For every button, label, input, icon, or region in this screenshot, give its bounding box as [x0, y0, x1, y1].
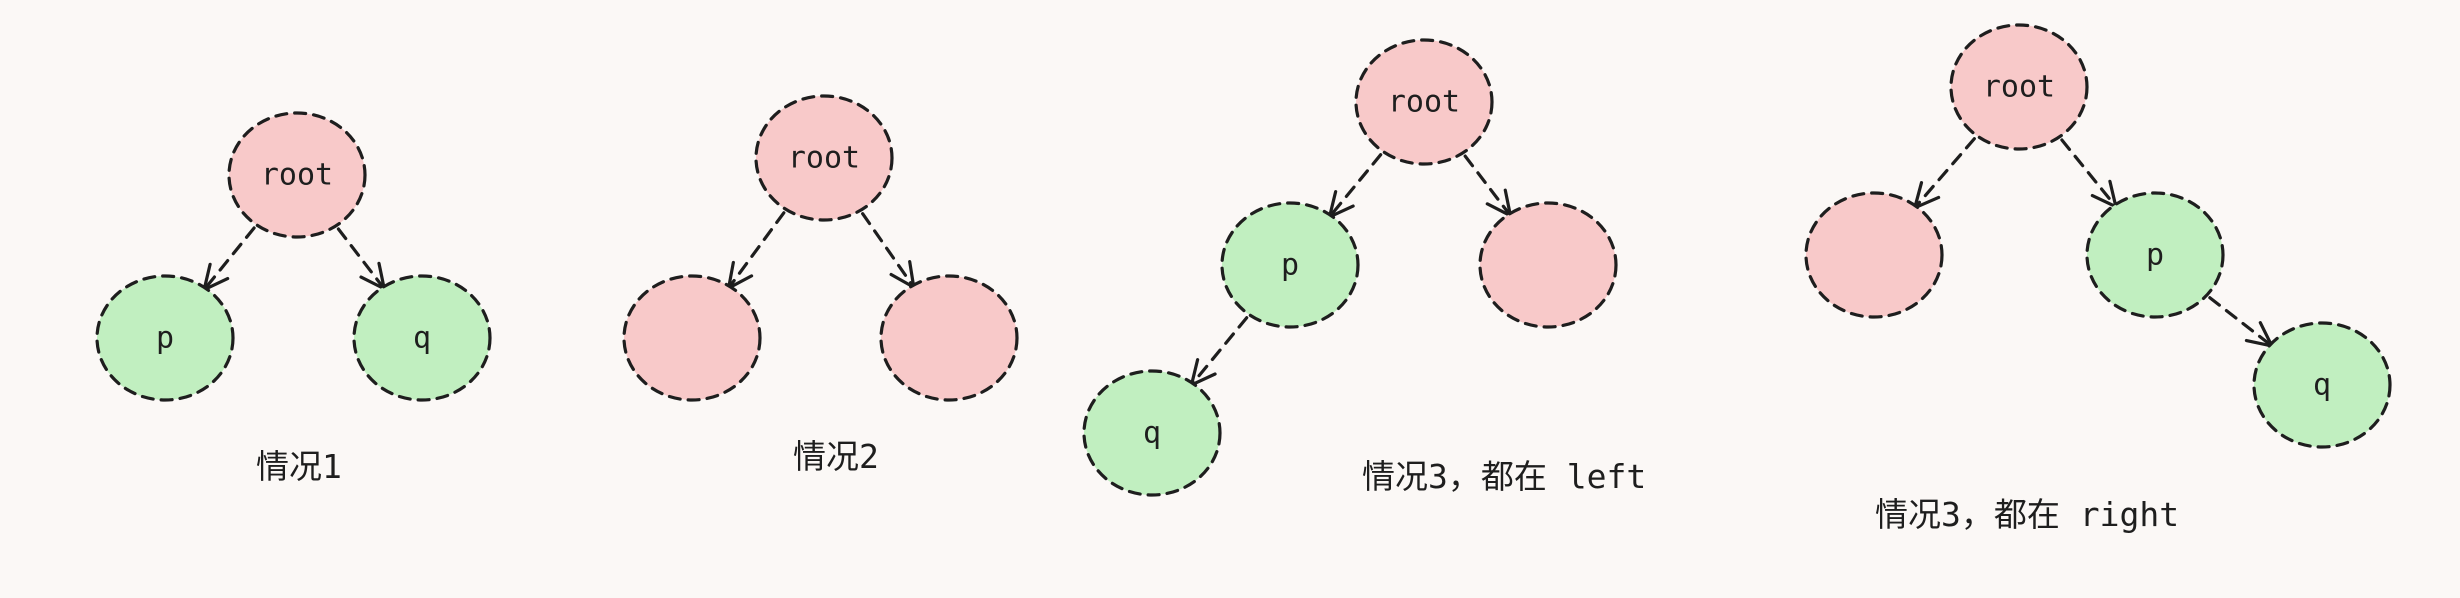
node-label: root — [788, 141, 860, 176]
node-label: q — [2313, 368, 2331, 403]
caption-case-3-right: 情况3，都在 right — [1875, 495, 2180, 534]
diagram-case-3: root p q — [1082, 38, 1618, 497]
edge-root-left — [1913, 137, 1976, 210]
edge-root-q — [336, 227, 386, 291]
caption-case-1: 情况1 — [256, 447, 342, 486]
node-root: root — [1949, 23, 2089, 151]
node-label: p — [156, 321, 174, 356]
edge-root-right — [1463, 154, 1513, 218]
node-right — [879, 274, 1019, 402]
node-right — [1478, 201, 1618, 329]
edge-root-p — [1327, 153, 1383, 219]
node-root: root — [1354, 38, 1494, 166]
diagram-case-4: root p q — [1804, 23, 2392, 449]
node-q: q — [1082, 369, 1222, 497]
node-label: root — [1388, 85, 1460, 120]
caption-case-3-left: 情况3，都在 left — [1362, 457, 1647, 496]
node-p: p — [95, 274, 235, 402]
edge-root-p — [2060, 138, 2118, 209]
edge-root-right — [861, 212, 916, 289]
node-left — [622, 274, 762, 402]
node-label: root — [261, 158, 333, 193]
node-label: root — [1983, 70, 2055, 105]
diagram-canvas: root p q root root p q root p q 情况1 情况2 情况3，都在 le… — [0, 0, 2460, 598]
node-root: root — [227, 111, 367, 239]
node-q: q — [2252, 321, 2392, 449]
node-q: q — [352, 274, 492, 402]
node-root: root — [754, 94, 894, 222]
node-label: p — [2146, 238, 2164, 273]
caption-case-2: 情况2 — [793, 437, 879, 476]
edge-root-left — [727, 211, 786, 290]
diagram-case-2: root — [622, 94, 1019, 402]
diagram-case-1: root p q — [95, 111, 492, 402]
node-label: q — [413, 321, 431, 356]
edge-root-p — [202, 226, 256, 292]
node-p: p — [2085, 191, 2225, 319]
node-label: q — [1143, 416, 1161, 451]
edge-p-q — [1189, 316, 1249, 387]
node-left — [1804, 191, 1944, 319]
node-p: p — [1220, 201, 1360, 329]
edge-p-q — [2208, 296, 2274, 348]
node-label: p — [1281, 248, 1299, 283]
